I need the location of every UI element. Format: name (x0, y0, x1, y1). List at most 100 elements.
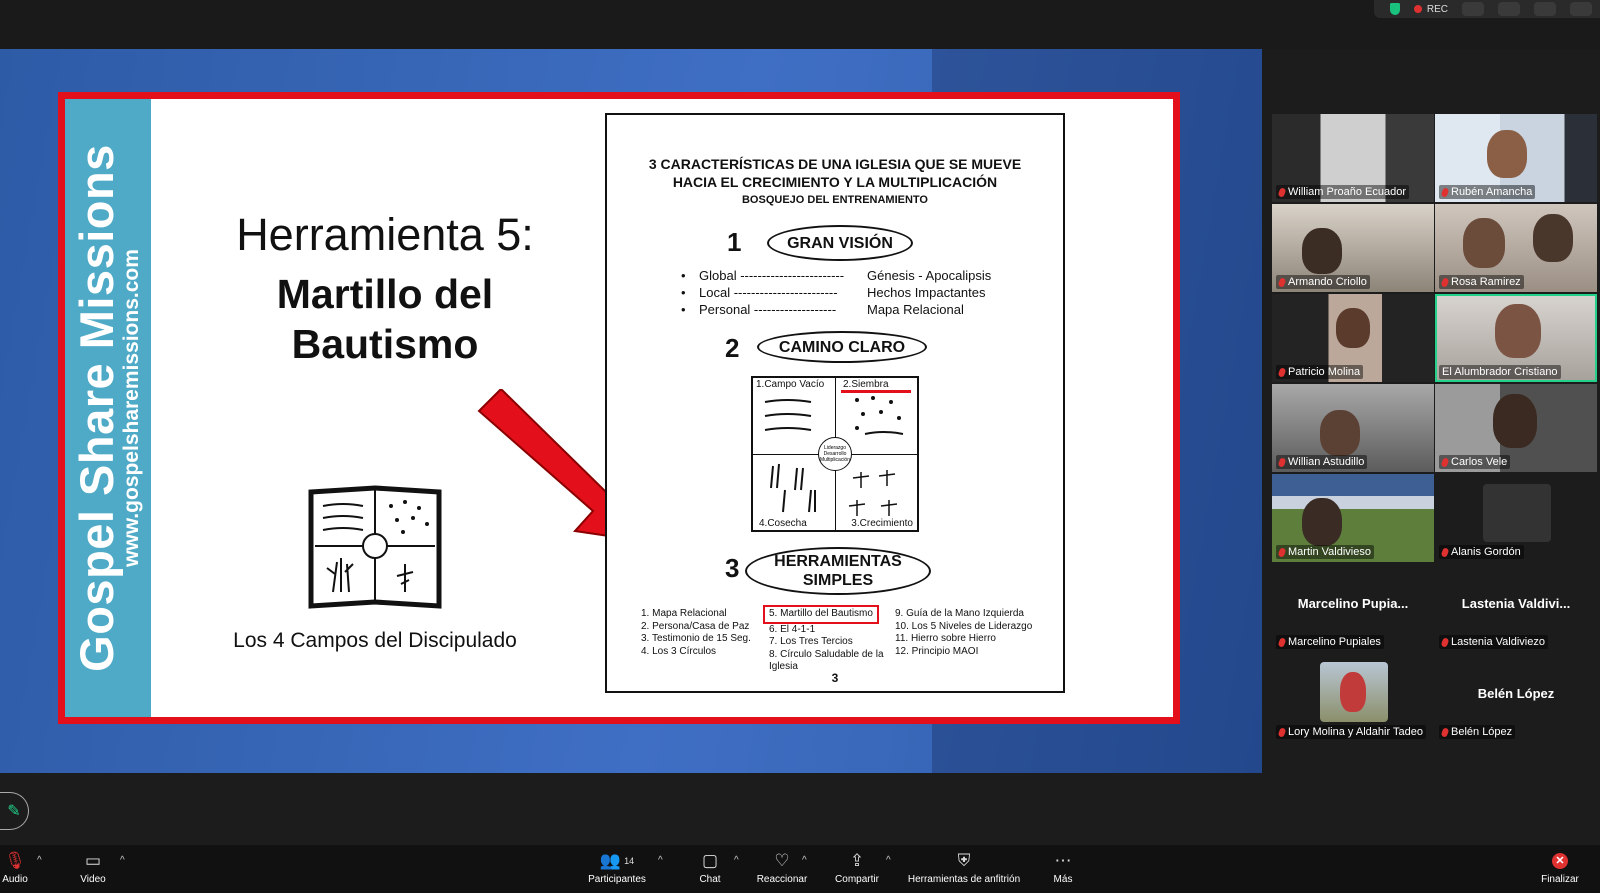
participant-name: Carlos Vele (1451, 456, 1508, 468)
more-ellipsis-icon: ⋯ (1054, 851, 1072, 870)
audio-options-caret-icon[interactable]: ^ (37, 855, 42, 866)
side-band-text: Gospel Share Missions www.gospelsharemis… (70, 144, 144, 672)
participant-name-tag: El Alumbrador Cristiano (1439, 365, 1561, 379)
bullet-key: Personal ------------------- (699, 302, 837, 317)
participant-tile[interactable]: William Proaño Ecuador (1272, 114, 1434, 202)
participant-name: Martin Valdivieso (1288, 546, 1371, 558)
muted-mic-icon (1277, 276, 1287, 288)
section-label-2: CAMINO CLARO (757, 331, 927, 363)
tools-column-1: 1. Mapa Relacional 2. Persona/Casa de Pa… (641, 608, 751, 658)
share-options-caret-icon[interactable]: ^ (886, 855, 891, 866)
chat-options-caret-icon[interactable]: ^ (734, 855, 739, 866)
participant-tile[interactable]: Belén López Belén López (1435, 654, 1597, 742)
meeting-window: REC Gospel Share Missions www.gospelshar… (0, 0, 1600, 893)
participant-name: Willian Astudillo (1288, 456, 1365, 468)
participant-name-tag: Patricio Molina (1276, 365, 1364, 379)
recording-indicator[interactable]: REC (1413, 3, 1448, 15)
participant-name-tag: Belén López (1439, 725, 1516, 739)
participant-tile[interactable]: Alanis Gordón (1435, 474, 1597, 562)
book-caption: Los 4 Campos del Discipulado (233, 629, 517, 652)
window-icon[interactable] (1462, 2, 1484, 16)
muted-mic-icon (1440, 456, 1450, 468)
muted-mic-icon (1277, 726, 1287, 738)
tools-column-2: 5. Martillo del Bautismo 6. El 4-1-1 7. … (763, 605, 884, 674)
participant-tile[interactable]: Martin Valdivieso (1272, 474, 1434, 562)
tool-item: 9. Guía de la Mano Izquierda (895, 608, 1024, 619)
view-icon[interactable] (1570, 2, 1592, 16)
section-number-2: 2 (725, 333, 740, 363)
participant-tile[interactable]: Willian Astudillo (1272, 384, 1434, 472)
tool-item: 12. Principio MAOI (895, 645, 979, 657)
participant-name-tag: Alanis Gordón (1439, 545, 1524, 559)
participant-display-name: Lastenia Valdivi... (1461, 596, 1571, 611)
chat-button[interactable]: ▢ Chat (698, 851, 722, 885)
annotate-icon[interactable] (1498, 2, 1520, 16)
video-button[interactable]: ▭ Video (76, 851, 110, 885)
tool-item: 11. Hierro sobre Hierro (895, 633, 996, 644)
participant-tile[interactable]: Patricio Molina (1272, 294, 1434, 382)
four-fields-diagram: 1.Campo Vacío 2.Siembra 4.Cosecha 3.Crec… (751, 376, 919, 532)
participant-name: Rosa Ramirez (1451, 276, 1521, 288)
participant-name: Marcelino Pupiales (1288, 636, 1381, 648)
participant-name: El Alumbrador Cristiano (1442, 366, 1558, 378)
security-shield-icon[interactable] (1389, 3, 1400, 15)
participants-button[interactable]: 👥 14 Participantes (585, 851, 649, 885)
page-title: 3 CARACTERÍSTICAS DE UNA IGLESIA QUE SE … (607, 155, 1063, 191)
participant-tile-active-speaker[interactable]: El Alumbrador Cristiano (1435, 294, 1597, 382)
vision-bullets: • Global ------------------------ Génesis … (681, 267, 1021, 318)
participant-tile[interactable]: Rubén Amancha (1435, 114, 1597, 202)
participants-options-caret-icon[interactable]: ^ (658, 855, 663, 866)
more-button[interactable]: ⋯ Más (1050, 851, 1076, 885)
participant-name-tag: Carlos Vele (1439, 455, 1511, 469)
participant-name: Patricio Molina (1288, 366, 1361, 378)
chat-bubble-icon: ▢ (701, 851, 719, 870)
side-title: Gospel Share Missions (70, 144, 123, 672)
presentation-slide: Gospel Share Missions www.gospelsharemis… (58, 92, 1180, 724)
muted-mic-icon (1440, 276, 1450, 288)
participants-icon: 👥 14 (599, 851, 635, 870)
training-outline-page: 3 CARACTERÍSTICAS DE UNA IGLESIA QUE SE … (605, 113, 1065, 693)
avatar (1320, 410, 1360, 456)
muted-mic-icon (1277, 366, 1287, 378)
tool-item-highlighted: 5. Martillo del Bautismo (763, 605, 879, 624)
participant-name: William Proaño Ecuador (1288, 186, 1406, 198)
four-fields-book-icon (308, 485, 442, 609)
participant-count: 14 (624, 856, 635, 866)
video-camera-icon: ▭ (84, 851, 102, 870)
participant-tile[interactable]: Rosa Ramirez (1435, 204, 1597, 292)
participant-name-tag: Lastenia Valdiviezo (1439, 635, 1548, 649)
field-center-label: Liderazgo Desarrollo Multiplicación (818, 437, 852, 471)
bullet-row: • Personal ------------------- Mapa Relaci… (681, 302, 964, 317)
rec-label: REC (1426, 3, 1448, 15)
apps-icon[interactable] (1534, 2, 1556, 16)
tool-item: 4. Los 3 Círculos (641, 645, 717, 657)
participant-name: Belén López (1451, 726, 1513, 738)
react-label: Reaccionar (756, 874, 808, 885)
host-tools-button[interactable]: ⛨ Herramientas de anfitrión (906, 851, 1022, 885)
participant-tile[interactable]: Carlos Vele (1435, 384, 1597, 472)
bullet-value: Mapa Relacional (867, 302, 964, 317)
participants-label: Participantes (588, 874, 646, 885)
annotate-pencil-button[interactable]: ✎ (0, 792, 29, 830)
participant-tile[interactable]: Lory Molina y Aldahir Tadeo (1272, 654, 1434, 742)
participant-name-tag: Willian Astudillo (1276, 455, 1368, 469)
tool-item: 1. Mapa Relacional (641, 608, 727, 619)
participant-name: Alanis Gordón (1451, 546, 1521, 558)
muted-mic-icon (1277, 636, 1287, 648)
end-meeting-button[interactable]: ✕ Finalizar (1538, 851, 1582, 885)
share-button[interactable]: ⇪ Compartir (832, 851, 882, 885)
video-options-caret-icon[interactable]: ^ (120, 855, 125, 866)
participant-tile[interactable]: Lastenia Valdivi... Lastenia Valdiviezo (1435, 564, 1597, 652)
participant-name-tag: Martin Valdivieso (1276, 545, 1374, 559)
avatar (1495, 304, 1541, 358)
participant-tile[interactable]: Marcelino Pupia... Marcelino Pupiales (1272, 564, 1434, 652)
chat-label: Chat (699, 874, 721, 885)
react-options-caret-icon[interactable]: ^ (802, 855, 807, 866)
participant-name-tag: Armando Criollo (1276, 275, 1370, 289)
audio-button[interactable]: 🎙 Audio (0, 851, 30, 885)
bullet-row: • Global ------------------------ Génesis … (681, 268, 992, 283)
tool-item: 6. El 4-1-1 (769, 623, 816, 635)
participant-name-tag: William Proaño Ecuador (1276, 185, 1409, 199)
react-button[interactable]: ♡ Reaccionar (756, 851, 808, 885)
participant-tile[interactable]: Armando Criollo (1272, 204, 1434, 292)
